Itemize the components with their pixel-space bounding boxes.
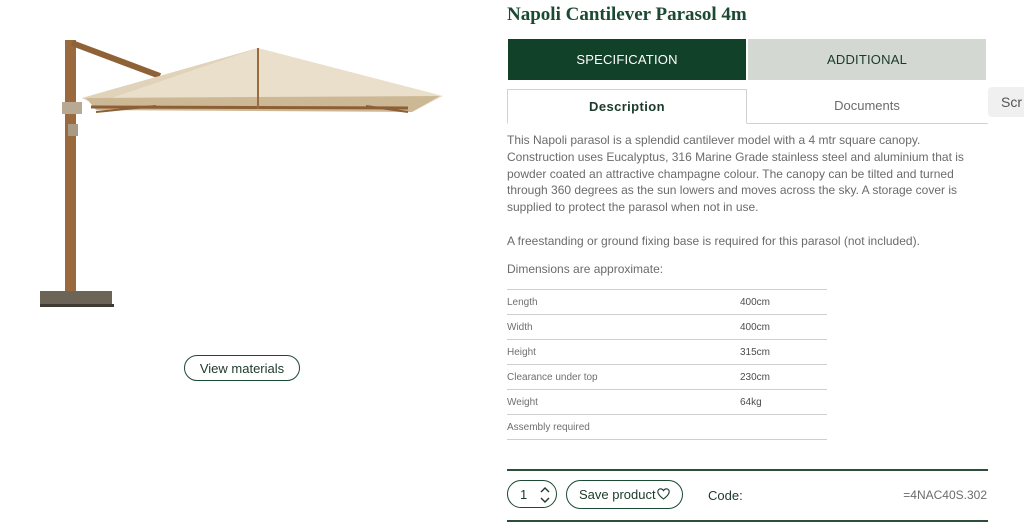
spec-value: 64kg [740,389,827,415]
tab-documents[interactable]: Documents [747,89,987,123]
spec-name: Length [507,289,740,315]
description-paragraph: This Napoli parasol is a splendid cantil… [507,133,964,215]
product-title: Napoli Cantilever Parasol 4m [507,4,747,25]
table-row: Width 400cm [507,314,827,340]
parasol-arm [70,40,162,79]
table-row: Clearance under top 230cm [507,364,827,390]
chevron-up-down-icon[interactable] [539,484,551,506]
divider-bottom [507,520,988,522]
parasol-base [40,291,112,306]
spec-name: Width [507,314,740,340]
table-row: Height 315cm [507,339,827,365]
tab-description[interactable]: Description [507,89,747,124]
spec-table: Length 400cm Width 400cm Height 315cm Cl… [507,289,827,440]
spec-value: 400cm [740,314,827,340]
tab-specification[interactable]: SPECIFICATION [508,39,746,80]
spec-name: Assembly required [507,414,740,440]
quantity-value: 1 [520,487,528,502]
table-row: Assembly required [507,414,827,440]
parasol-pole [65,40,76,296]
spec-value [740,414,827,440]
base-note-paragraph: A freestanding or ground fixing base is … [507,234,920,248]
view-materials-button[interactable]: View materials [184,355,300,381]
spec-name: Clearance under top [507,364,740,390]
table-row: Length 400cm [507,289,827,315]
sub-tab-bar: Description Documents [507,89,988,124]
scroll-overlay-tag[interactable]: Scr [988,87,1024,117]
product-image [40,40,443,307]
spec-name: Weight [507,389,740,415]
quantity-stepper[interactable]: 1 [507,480,557,508]
spec-value: 400cm [740,289,827,315]
code-label: Code: [708,488,743,503]
tab-additional[interactable]: ADDITIONAL [748,39,986,80]
save-product-label: Save product [579,487,656,502]
dimensions-label: Dimensions are approximate: [507,262,664,276]
divider-top [507,469,988,471]
table-row: Weight 64kg [507,389,827,415]
spec-name: Height [507,339,740,365]
save-product-button[interactable]: Save product [566,480,683,509]
spec-value: 230cm [740,364,827,390]
spec-value: 315cm [740,339,827,365]
code-value: =4NAC40S.302 [903,488,987,502]
heart-icon [657,488,670,500]
